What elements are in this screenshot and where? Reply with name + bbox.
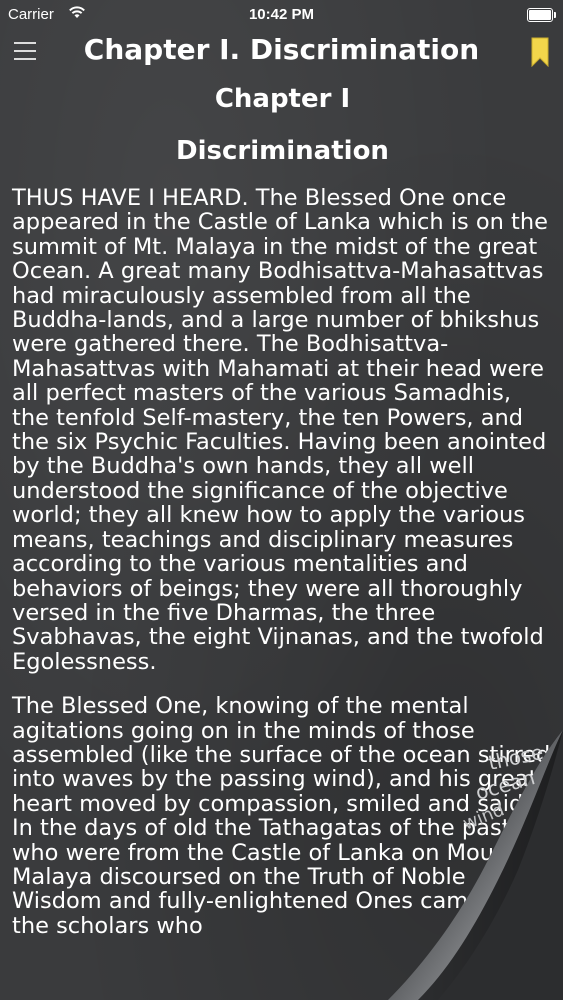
curl-fragment: wind xyxy=(460,799,507,834)
navigation-bar: Chapter I. Discrimination xyxy=(0,30,563,76)
page-curl[interactable]: those ocean wind xyxy=(378,730,563,1000)
hamburger-menu-icon[interactable] xyxy=(14,42,36,60)
bookmark-icon[interactable] xyxy=(531,37,549,67)
chapter-heading: Chapter I xyxy=(214,84,351,114)
status-bar: Carrier 10:42 PM xyxy=(0,0,563,30)
section-heading: Discrimination xyxy=(176,136,389,166)
battery-icon xyxy=(527,8,556,22)
paragraph: THUS HAVE I HEARD. The Blessed One once … xyxy=(12,185,548,675)
nav-title: Chapter I. Discrimination xyxy=(83,33,480,66)
clock: 10:42 PM xyxy=(248,6,315,23)
